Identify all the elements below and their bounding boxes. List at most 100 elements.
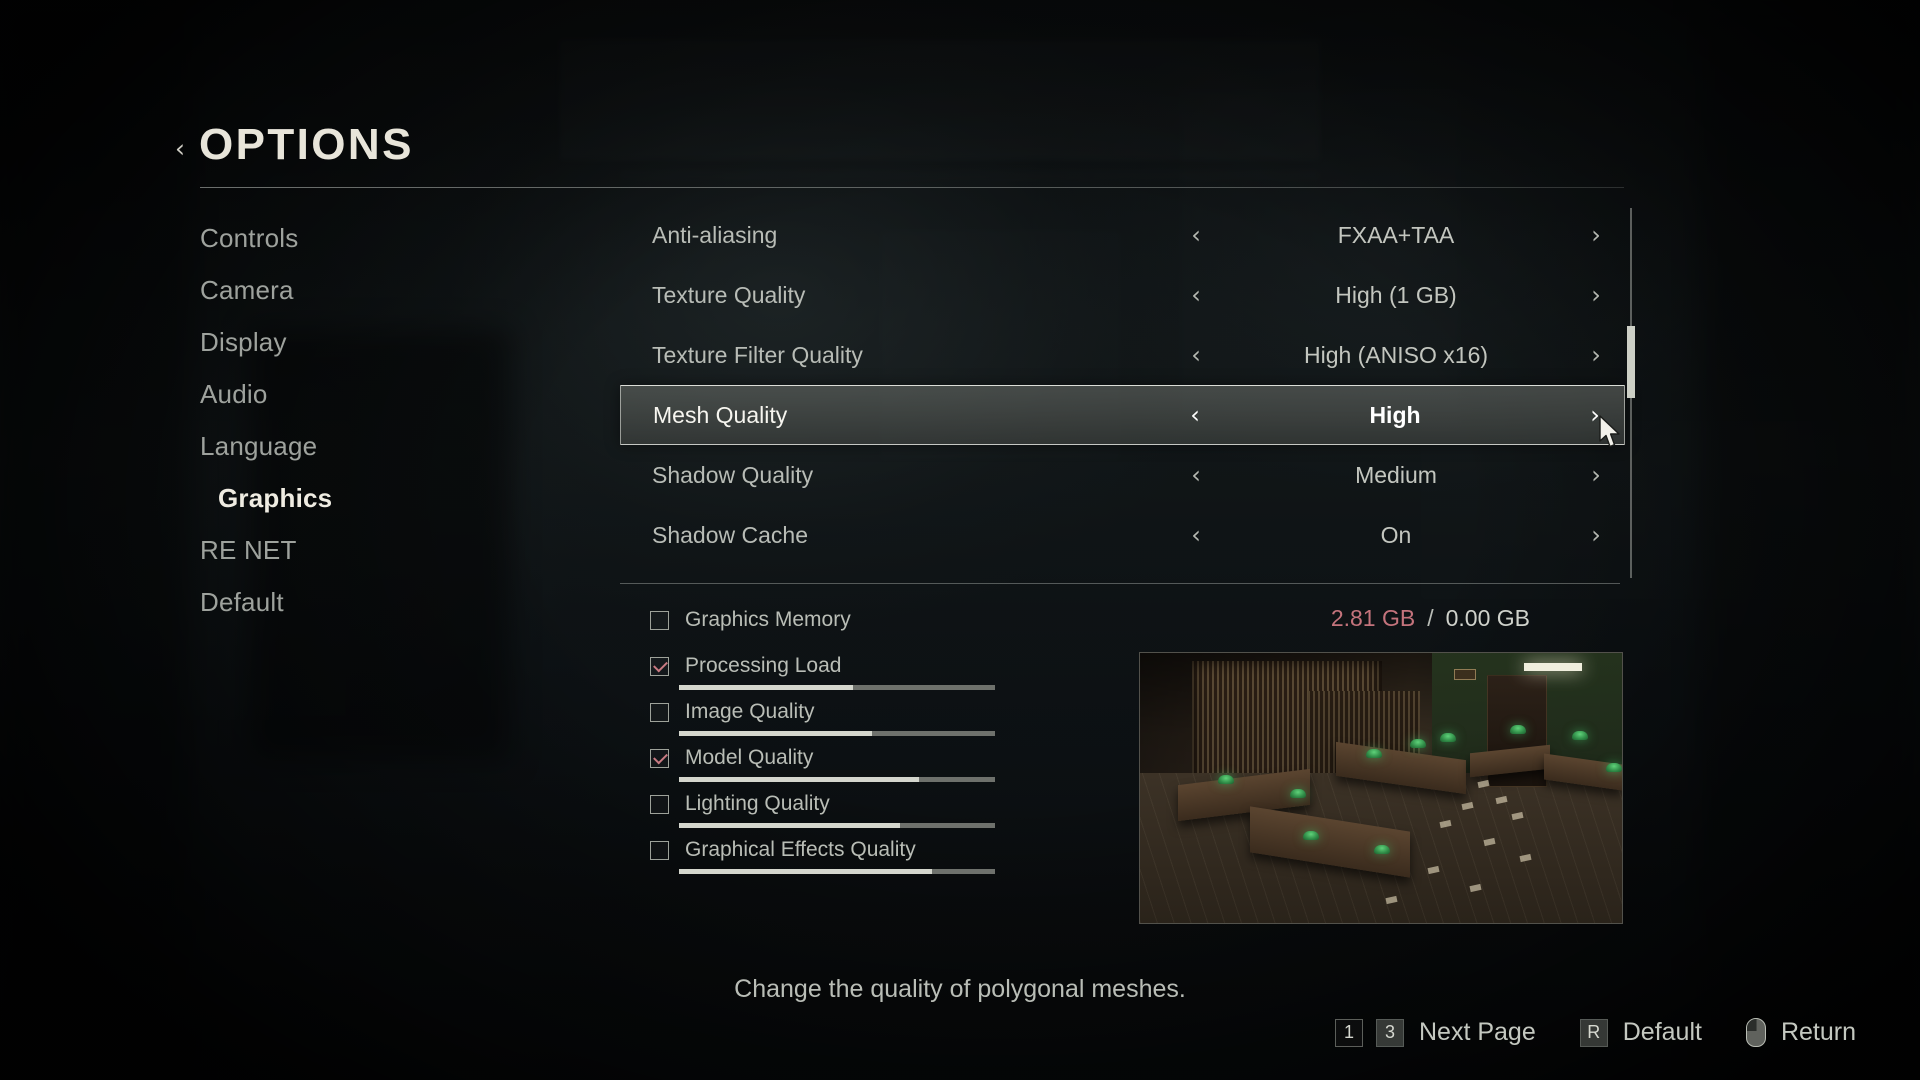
meter-label: Processing Load: [685, 654, 842, 677]
header-divider: [200, 187, 1624, 188]
chevron-left-icon[interactable]: ‹: [1181, 463, 1211, 487]
chevron-right-icon[interactable]: ›: [1581, 223, 1611, 247]
setting-value: High (1 GB): [1335, 281, 1457, 308]
graphics-memory-checkbox[interactable]: [650, 610, 669, 630]
meter-bar-fill: [679, 685, 853, 690]
sidebar-item-label: Default: [200, 586, 284, 617]
settings-scrollbar-track[interactable]: [1627, 208, 1635, 578]
meter-label: Lighting Quality: [685, 792, 830, 815]
setting-row-mesh-quality[interactable]: Mesh Quality ‹ High ›: [620, 385, 1625, 445]
meter-head: Processing Load: [650, 651, 1050, 681]
options-category-sidebar: Controls Camera Display Audio Language Graphi…: [200, 212, 490, 628]
chevron-right-icon[interactable]: ›: [1581, 523, 1611, 547]
page-right-key[interactable]: 3: [1375, 1018, 1404, 1047]
meter-row-lighting-quality: Lighting Quality: [650, 789, 1050, 835]
setting-stepper: ‹ High ›: [1180, 385, 1610, 445]
sidebar-item-language[interactable]: Language: [200, 420, 490, 472]
sidebar-item-audio[interactable]: Audio: [200, 368, 490, 420]
default-label: Default: [1622, 1018, 1702, 1046]
meter-label: Image Quality: [685, 700, 815, 723]
graphics-memory-used: 2.81 GB: [1330, 605, 1416, 631]
checkbox-model-quality[interactable]: [650, 748, 669, 768]
sidebar-item-graphics[interactable]: Graphics: [200, 472, 490, 524]
chevron-left-icon[interactable]: ‹: [175, 136, 185, 161]
meter-row-image-quality: Image Quality: [650, 697, 1050, 743]
meter-head: Model Quality: [650, 743, 1050, 773]
meter-label: Model Quality: [685, 746, 814, 769]
sidebar-item-label: Camera: [200, 274, 294, 305]
footer-hints: 1 3 Next Page R Default Return: [1334, 1018, 1860, 1047]
chevron-left-icon[interactable]: ‹: [1180, 403, 1210, 427]
graphics-memory-values: 2.81 GB / 0.00 GB: [1331, 605, 1530, 632]
options-menu: ‹ OPTIONS Controls Camera Display Audio Lang…: [0, 0, 1920, 1080]
setting-stepper: ‹ FXAA+TAA ›: [1181, 205, 1611, 265]
setting-label: Texture Filter Quality: [652, 341, 863, 368]
meter-head: Graphical Effects Quality: [650, 835, 1050, 865]
meter-head: Image Quality: [650, 697, 1050, 727]
setting-value: High (ANISO x16): [1303, 341, 1489, 368]
sidebar-item-label: RE NET: [200, 534, 297, 565]
sidebar-item-controls[interactable]: Controls: [200, 212, 490, 264]
mouse-pointer-icon: [1598, 415, 1624, 454]
chevron-right-icon[interactable]: ›: [1581, 463, 1611, 487]
checkbox-graphical-effects-quality[interactable]: [650, 840, 669, 860]
sidebar-item-display[interactable]: Display: [200, 316, 490, 368]
meter-bar-model-quality: [679, 777, 995, 782]
chevron-left-icon[interactable]: ‹: [1181, 223, 1211, 247]
setting-stepper: ‹ On ›: [1181, 505, 1611, 565]
graphics-settings-list: Anti-aliasing ‹ FXAA+TAA › Texture Quality ‹ H…: [620, 205, 1625, 565]
return-label: Return: [1780, 1018, 1856, 1046]
graphics-memory-label: Graphics Memory: [685, 608, 851, 631]
page-left-key[interactable]: 1: [1334, 1018, 1363, 1047]
meter-bar-fill: [679, 869, 932, 874]
setting-row-shadow-quality[interactable]: Shadow Quality ‹ Medium ›: [620, 445, 1625, 505]
sidebar-item-camera[interactable]: Camera: [200, 264, 490, 316]
chevron-right-icon[interactable]: ›: [1581, 283, 1611, 307]
graphics-preview-thumbnail: [1139, 652, 1623, 924]
meter-row-model-quality: Model Quality: [650, 743, 1050, 789]
setting-label: Shadow Quality: [652, 461, 814, 488]
setting-value: Medium: [1355, 461, 1437, 488]
sidebar-item-label: Language: [200, 430, 318, 461]
setting-value: FXAA+TAA: [1337, 221, 1455, 248]
sidebar-item-label: Controls: [200, 222, 299, 253]
checkbox-lighting-quality[interactable]: [650, 794, 669, 814]
chevron-left-icon[interactable]: ‹: [1181, 343, 1211, 367]
graphics-memory-row: Graphics Memory 2.81 GB / 0.00 GB: [650, 605, 1530, 635]
sidebar-item-label: Audio: [200, 378, 268, 409]
mouse-right-click-icon: [1745, 1018, 1766, 1047]
meter-bar-fill: [679, 777, 920, 782]
meter-head: Lighting Quality: [650, 789, 1050, 819]
meter-row-processing-load: Processing Load: [650, 651, 1050, 697]
chevron-left-icon[interactable]: ‹: [1181, 283, 1211, 307]
setting-value: High: [1369, 401, 1421, 428]
setting-row-anti-aliasing[interactable]: Anti-aliasing ‹ FXAA+TAA ›: [620, 205, 1625, 265]
settings-list-divider: [620, 583, 1620, 584]
setting-stepper: ‹ High (ANISO x16) ›: [1181, 325, 1611, 385]
setting-label: Texture Quality: [652, 281, 806, 308]
checkbox-image-quality[interactable]: [650, 702, 669, 722]
setting-label: Mesh Quality: [653, 401, 788, 428]
setting-label: Shadow Cache: [652, 521, 808, 548]
setting-row-shadow-cache[interactable]: Shadow Cache ‹ On ›: [620, 505, 1625, 565]
chevron-right-icon[interactable]: ›: [1581, 343, 1611, 367]
setting-row-texture-filter-quality[interactable]: Texture Filter Quality ‹ High (ANISO x16) ›: [620, 325, 1625, 385]
checkbox-processing-load[interactable]: [650, 656, 669, 676]
meter-bar-lighting-quality: [679, 823, 995, 828]
meter-bar-processing-load: [679, 685, 995, 690]
chevron-left-icon[interactable]: ‹: [1181, 523, 1211, 547]
meter-bar-image-quality: [679, 731, 995, 736]
meter-row-graphical-effects-quality: Graphical Effects Quality: [650, 835, 1050, 881]
sidebar-item-default[interactable]: Default: [200, 576, 490, 628]
next-page-label: Next Page: [1418, 1018, 1536, 1046]
sidebar-item-label: Graphics: [218, 482, 333, 513]
settings-scrollbar-thumb[interactable]: [1627, 326, 1635, 398]
quality-meter-list: Processing Load Image Quality Model Qualit…: [650, 651, 1050, 881]
setting-value: On: [1380, 521, 1412, 548]
graphics-memory-separator: /: [1427, 605, 1434, 631]
setting-description: Change the quality of polygonal meshes.: [734, 975, 1186, 1003]
sidebar-item-re-net[interactable]: RE NET: [200, 524, 490, 576]
default-key[interactable]: R: [1579, 1018, 1608, 1047]
setting-row-texture-quality[interactable]: Texture Quality ‹ High (1 GB) ›: [620, 265, 1625, 325]
meter-label: Graphical Effects Quality: [685, 838, 916, 861]
